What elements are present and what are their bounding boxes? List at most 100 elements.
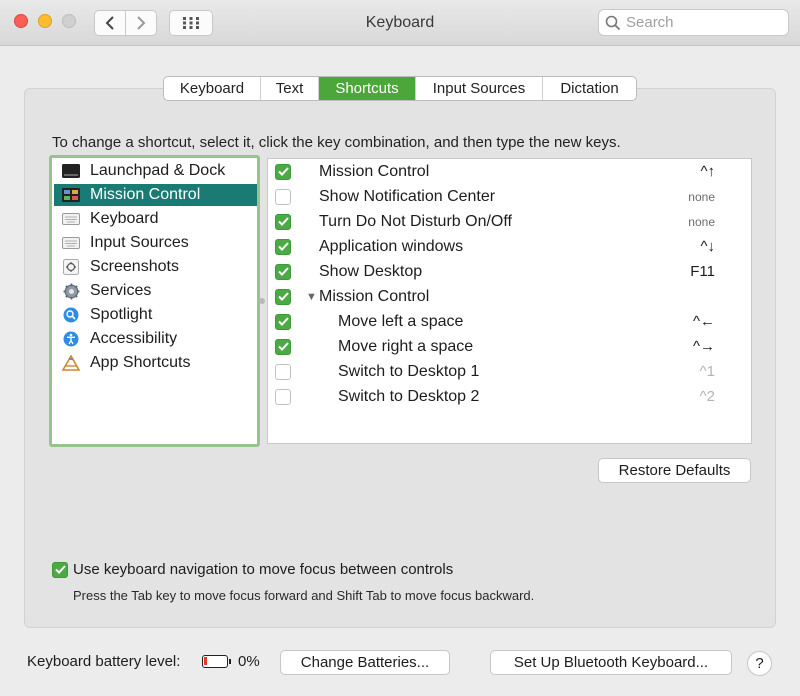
restore-defaults-button[interactable]: Restore Defaults (598, 458, 751, 483)
keyboard-navigation-option[interactable]: Use keyboard navigation to move focus be… (52, 561, 453, 578)
spotlight-icon (62, 307, 80, 323)
shortcut-label: Switch to Desktop 2 (338, 387, 480, 405)
shortcut-label: Show Desktop (319, 262, 423, 280)
shortcut-label: Show Notification Center (319, 187, 496, 205)
category-keyboard[interactable]: Keyboard (54, 208, 257, 230)
setup-bluetooth-keyboard-button[interactable]: Set Up Bluetooth Keyboard... (490, 650, 732, 675)
shortcut-row[interactable]: Switch to Desktop 2 ^2 (268, 384, 751, 409)
app-shortcuts-icon (62, 355, 80, 371)
show-all-button[interactable] (169, 10, 213, 36)
shortcut-checkbox[interactable] (275, 188, 291, 205)
category-label: App Shortcuts (90, 354, 191, 371)
shortcut-list[interactable]: Mission Control ^↑ Show Notification Cen… (267, 158, 752, 444)
keyboard-navigation-hint: Press the Tab key to move focus forward … (73, 588, 535, 603)
keyboard-navigation-label: Use keyboard navigation to move focus be… (73, 561, 454, 578)
shortcut-checkbox[interactable] (275, 213, 291, 230)
tab-keyboard[interactable]: Keyboard (164, 77, 261, 100)
accessibility-icon (62, 331, 80, 347)
shortcut-checkbox[interactable] (275, 363, 291, 380)
shortcut-label: Move left a space (338, 312, 464, 330)
shortcut-key[interactable]: ^← (693, 313, 715, 330)
launchpad-dock-icon (62, 163, 80, 179)
instructions-text: To change a shortcut, select it, click t… (52, 134, 621, 151)
battery-percent: 0% (238, 653, 260, 670)
shortcut-checkbox[interactable] (275, 338, 291, 355)
change-batteries-button[interactable]: Change Batteries... (280, 650, 450, 675)
search-icon (605, 15, 621, 30)
category-label: Input Sources (90, 234, 189, 251)
category-label: Accessibility (90, 330, 178, 347)
checkmark-icon (277, 267, 289, 276)
shortcut-label: Move right a space (338, 337, 474, 355)
shortcut-row[interactable]: Mission Control ^↑ (268, 159, 751, 184)
tab-input-sources[interactable]: Input Sources (416, 77, 543, 100)
tab-shortcuts[interactable]: Shortcuts (319, 77, 416, 100)
category-list[interactable]: Launchpad & Dock Mission Control Keyboar… (49, 155, 260, 447)
shortcut-checkbox[interactable] (275, 163, 291, 180)
shortcut-checkbox[interactable] (275, 263, 291, 280)
shortcut-checkbox[interactable] (275, 313, 291, 330)
checkmark-icon (277, 217, 289, 226)
category-mission-control[interactable]: Mission Control (54, 184, 257, 206)
category-label: Launchpad & Dock (90, 162, 226, 179)
category-label: Services (90, 282, 152, 299)
category-services[interactable]: Services (54, 280, 257, 302)
category-spotlight[interactable]: Spotlight (54, 304, 257, 326)
checkmark-icon (277, 242, 289, 251)
split-handle[interactable] (259, 298, 265, 304)
window-title: Keyboard (365, 14, 435, 31)
close-window-button[interactable] (14, 14, 28, 28)
disclosure-triangle-icon[interactable]: ▼ (306, 291, 317, 303)
shortcut-key[interactable]: ^↑ (700, 163, 715, 180)
chevron-right-icon (137, 16, 146, 30)
help-button[interactable]: ? (747, 651, 772, 676)
category-label: Screenshots (90, 258, 179, 275)
tab-dictation[interactable]: Dictation (543, 77, 636, 100)
grid-icon (183, 17, 199, 29)
shortcut-key[interactable]: none (688, 190, 715, 204)
shortcut-row[interactable]: Application windows ^↓ (268, 234, 751, 259)
keyboard-navigation-checkbox[interactable] (52, 561, 68, 578)
battery-terminal (229, 659, 231, 664)
shortcut-label: Application windows (319, 237, 464, 255)
shortcut-label: Mission Control (319, 162, 430, 180)
battery-fill (204, 657, 207, 665)
shortcut-key[interactable]: ^↓ (700, 238, 715, 255)
search-placeholder: Search (626, 14, 674, 31)
category-launchpad-dock[interactable]: Launchpad & Dock (54, 160, 257, 182)
shortcut-checkbox[interactable] (275, 388, 291, 405)
screenshot-icon (62, 259, 80, 275)
shortcut-row[interactable]: Switch to Desktop 1 ^1 (268, 359, 751, 384)
shortcut-key[interactable]: none (688, 215, 715, 229)
shortcut-key[interactable]: ^1 (700, 363, 715, 380)
tab-text[interactable]: Text (261, 77, 319, 100)
keyboard-icon (62, 235, 80, 251)
chevron-left-icon (105, 16, 114, 30)
tab-bar: Keyboard Text Shortcuts Input Sources Di… (163, 76, 637, 101)
category-app-shortcuts[interactable]: App Shortcuts (54, 352, 257, 374)
shortcut-checkbox[interactable] (275, 238, 291, 255)
shortcut-row[interactable]: Turn Do Not Disturb On/Off none (268, 209, 751, 234)
minimize-window-button[interactable] (38, 14, 52, 28)
forward-button[interactable] (125, 10, 157, 36)
shortcut-row[interactable]: Move right a space ^→ (268, 334, 751, 359)
checkmark-icon (54, 565, 66, 574)
shortcut-group-row[interactable]: ▼ Mission Control (268, 284, 751, 309)
shortcut-row[interactable]: Show Notification Center none (268, 184, 751, 209)
shortcut-key[interactable]: ^2 (700, 388, 715, 405)
back-button[interactable] (94, 10, 126, 36)
shortcut-row[interactable]: Move left a space ^← (268, 309, 751, 334)
battery-level-label: Keyboard battery level: (27, 653, 181, 670)
shortcut-key[interactable]: F11 (690, 263, 715, 280)
category-input-sources[interactable]: Input Sources (54, 232, 257, 254)
category-accessibility[interactable]: Accessibility (54, 328, 257, 350)
category-screenshots[interactable]: Screenshots (54, 256, 257, 278)
checkmark-icon (277, 292, 289, 301)
checkmark-icon (277, 317, 289, 326)
title-bar: Keyboard Search (0, 0, 800, 46)
category-label: Mission Control (90, 186, 201, 203)
search-field[interactable]: Search (598, 9, 789, 36)
shortcut-key[interactable]: ^→ (693, 338, 715, 355)
shortcut-checkbox[interactable] (275, 288, 291, 305)
shortcut-row[interactable]: Show Desktop F11 (268, 259, 751, 284)
